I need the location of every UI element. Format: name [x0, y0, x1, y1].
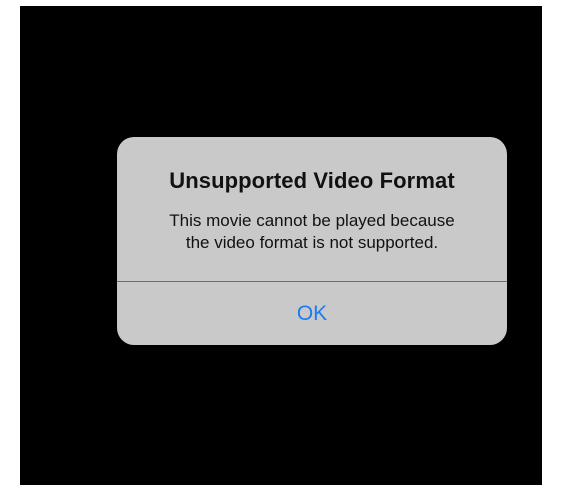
unsupported-format-alert: Unsupported Video Format This movie cann…	[117, 137, 507, 345]
video-screen: Unsupported Video Format This movie cann…	[20, 6, 542, 485]
alert-message-line-2: the video format is not supported.	[185, 233, 439, 252]
alert-body: Unsupported Video Format This movie cann…	[117, 137, 507, 281]
alert-title: Unsupported Video Format	[169, 168, 455, 193]
alert-message: This movie cannot be played because the …	[137, 210, 487, 254]
ok-button[interactable]: OK	[117, 282, 507, 345]
alert-message-line-1: This movie cannot be played because	[169, 211, 455, 230]
